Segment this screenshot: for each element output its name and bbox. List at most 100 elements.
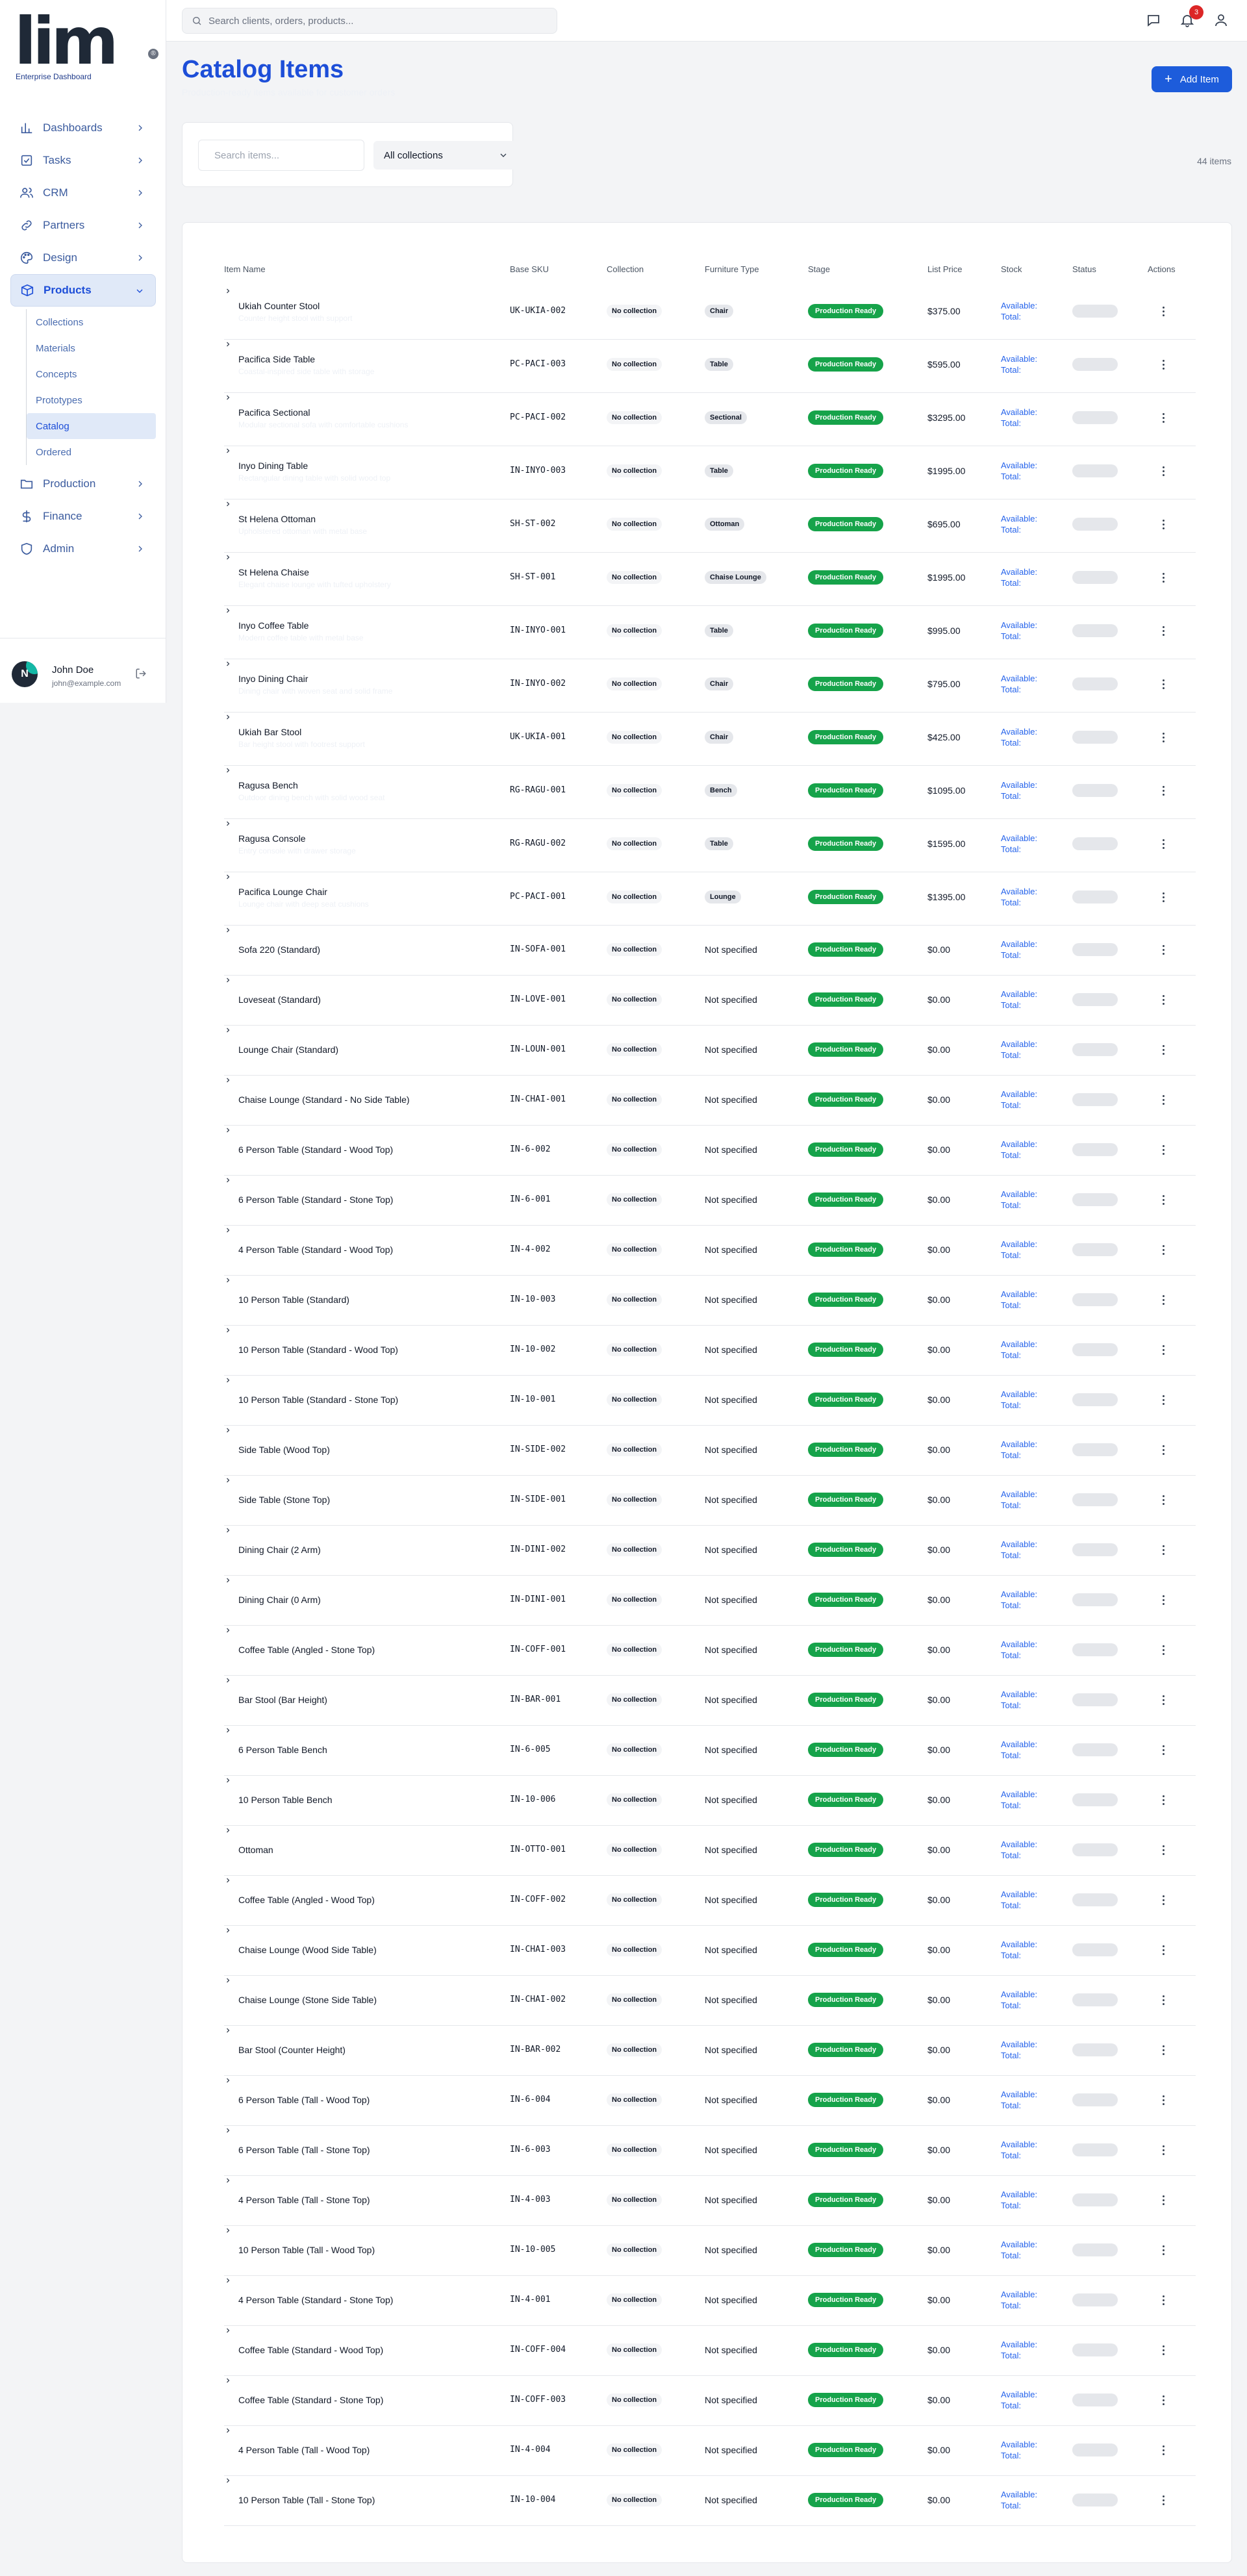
stock-available-link[interactable]: Available: [1001,2090,1037,2099]
stock-total-link[interactable]: Total: [1001,1700,1021,1710]
table-row[interactable]: 6 Person Table (Standard - Stone Top) IN-… [224,1176,1196,1226]
more-actions-icon[interactable] [1161,465,1165,477]
stock-total-link[interactable]: Total: [1001,1300,1021,1310]
stock-total-link[interactable]: Total: [1001,1450,1021,1460]
table-row[interactable]: Coffee Table (Angled - Wood Top) IN-COFF-… [224,1876,1196,1926]
status-toggle[interactable] [1072,1943,1118,1956]
stock-total-link[interactable]: Total: [1001,1200,1021,1210]
status-toggle[interactable] [1072,571,1118,584]
stock-total-link[interactable]: Total: [1001,1800,1021,1810]
stock-available-link[interactable]: Available: [1001,1639,1037,1649]
table-row[interactable]: Coffee Table (Standard - Stone Top) IN-CO… [224,2376,1196,2426]
table-row[interactable]: Pacifica Sectional Modular sectional sofa… [224,393,1196,446]
stock-total-link[interactable]: Total: [1001,2451,1021,2460]
status-toggle[interactable] [1072,1693,1118,1706]
stock-available-link[interactable]: Available: [1001,1539,1037,1549]
status-toggle[interactable] [1072,677,1118,690]
stock-total-link[interactable]: Total: [1001,631,1021,641]
more-actions-icon[interactable] [1161,678,1165,690]
chevron-right-icon[interactable] [224,2277,232,2284]
more-actions-icon[interactable] [1161,1844,1165,1856]
stock-total-link[interactable]: Total: [1001,685,1021,694]
stock-available-link[interactable]: Available: [1001,1739,1037,1749]
chevron-right-icon[interactable] [224,2027,232,2034]
stock-available-link[interactable]: Available: [1001,1189,1037,1199]
stock-available-link[interactable]: Available: [1001,407,1037,417]
status-toggle[interactable] [1072,1193,1118,1206]
stock-total-link[interactable]: Total: [1001,950,1021,960]
stock-available-link[interactable]: Available: [1001,620,1037,630]
stock-available-link[interactable]: Available: [1001,1239,1037,1249]
stock-available-link[interactable]: Available: [1001,2140,1037,2149]
status-toggle[interactable] [1072,2494,1118,2507]
submenu-item-prototypes[interactable]: Prototypes [27,387,156,413]
table-row[interactable]: Loveseat (Standard) IN-LOVE-001 No collect… [224,976,1196,1026]
more-actions-icon[interactable] [1161,412,1165,423]
sidebar-item-tasks[interactable]: Tasks [10,144,156,177]
chevron-right-icon[interactable] [224,1926,232,1934]
sidebar-item-production[interactable]: Production [10,468,156,500]
chevron-right-icon[interactable] [224,2077,232,2084]
chevron-right-icon[interactable] [224,1626,232,1634]
status-toggle[interactable] [1072,1293,1118,1306]
table-row[interactable]: Ottoman IN-OTTO-001 No collection Not speci… [224,1826,1196,1876]
submenu-item-catalog[interactable]: Catalog [27,413,156,439]
stock-available-link[interactable]: Available: [1001,1289,1037,1299]
chevron-right-icon[interactable] [224,660,232,668]
stock-total-link[interactable]: Total: [1001,898,1021,907]
stock-available-link[interactable]: Available: [1001,1889,1037,1899]
status-toggle[interactable] [1072,1493,1118,1506]
more-actions-icon[interactable] [1161,1994,1165,2006]
stock-total-link[interactable]: Total: [1001,2351,1021,2360]
more-actions-icon[interactable] [1161,1544,1165,1556]
status-toggle[interactable] [1072,411,1118,424]
table-row[interactable]: Inyo Coffee Table Modern coffee table wit… [224,606,1196,659]
chevron-right-icon[interactable] [224,1526,232,1534]
stock-available-link[interactable]: Available: [1001,2390,1037,2399]
stock-total-link[interactable]: Total: [1001,738,1021,748]
stock-total-link[interactable]: Total: [1001,1500,1021,1510]
status-toggle[interactable] [1072,358,1118,371]
status-toggle[interactable] [1072,1143,1118,1156]
status-toggle[interactable] [1072,624,1118,637]
more-actions-icon[interactable] [1161,1144,1165,1155]
status-toggle[interactable] [1072,464,1118,477]
table-row[interactable]: 6 Person Table (Tall - Wood Top) IN-6-004… [224,2076,1196,2126]
status-toggle[interactable] [1072,1443,1118,1456]
stock-available-link[interactable]: Available: [1001,354,1037,364]
stock-total-link[interactable]: Total: [1001,844,1021,854]
more-actions-icon[interactable] [1161,1644,1165,1656]
chevron-right-icon[interactable] [224,766,232,774]
table-row[interactable]: 4 Person Table (Standard - Stone Top) IN-… [224,2276,1196,2326]
chevron-right-icon[interactable] [224,500,232,508]
status-toggle[interactable] [1072,2243,1118,2256]
chevron-right-icon[interactable] [224,1826,232,1834]
chevron-right-icon[interactable] [224,1876,232,1884]
table-row[interactable]: Ragusa Console Entry console with drawer … [224,819,1196,872]
table-row[interactable]: 6 Person Table Bench IN-6-005 No collectio… [224,1726,1196,1776]
chevron-right-icon[interactable] [224,2427,232,2434]
chevron-right-icon[interactable] [224,1576,232,1584]
status-toggle[interactable] [1072,1793,1118,1806]
table-row[interactable]: 4 Person Table (Standard - Wood Top) IN-4… [224,1226,1196,1276]
stock-total-link[interactable]: Total: [1001,1951,1021,1960]
chevron-right-icon[interactable] [224,1676,232,1684]
stock-available-link[interactable]: Available: [1001,1989,1037,1999]
status-toggle[interactable] [1072,2143,1118,2156]
status-toggle[interactable] [1072,2293,1118,2306]
chevron-right-icon[interactable] [224,1126,232,1134]
table-row[interactable]: 4 Person Table (Tall - Stone Top) IN-4-00… [224,2176,1196,2226]
table-row[interactable]: Side Table (Stone Top) IN-SIDE-001 No coll… [224,1476,1196,1526]
status-toggle[interactable] [1072,2393,1118,2406]
status-toggle[interactable] [1072,1043,1118,1056]
sidebar-item-admin[interactable]: Admin [10,533,156,565]
table-row[interactable]: Inyo Dining Chair Dining chair with woven… [224,659,1196,713]
status-toggle[interactable] [1072,890,1118,903]
table-row[interactable]: Dining Chair (2 Arm) IN-DINI-002 No collec… [224,1526,1196,1576]
more-actions-icon[interactable] [1161,994,1165,1005]
table-row[interactable]: Inyo Dining Table Rectangular dining tabl… [224,446,1196,499]
status-toggle[interactable] [1072,2193,1118,2206]
table-row[interactable]: Side Table (Wood Top) IN-SIDE-002 No colle… [224,1426,1196,1476]
table-row[interactable]: 10 Person Table (Standard) IN-10-003 No co… [224,1276,1196,1326]
more-actions-icon[interactable] [1161,305,1165,317]
